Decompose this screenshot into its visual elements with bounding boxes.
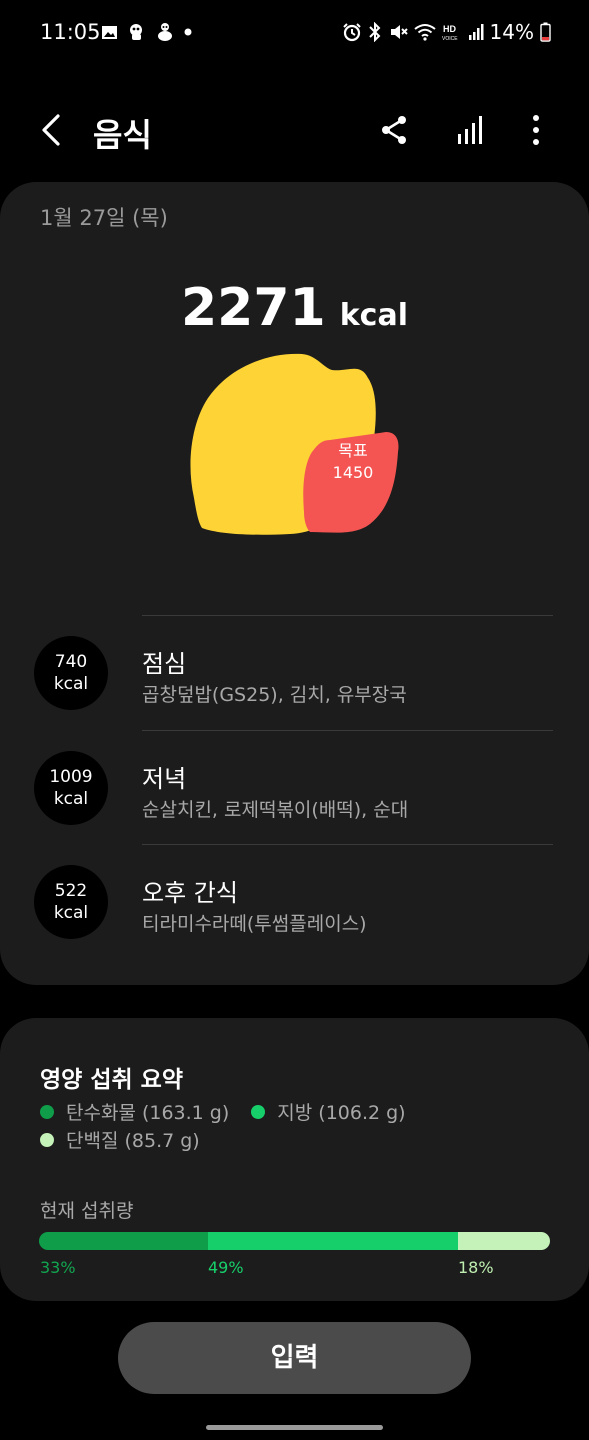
nutrition-summary-card[interactable]: 영양 섭취 요약 탄수화물 (163.1 g) 지방 (106.2 g) 단백질… [0, 1018, 589, 1301]
system-icons: HD VOICE 14% [342, 20, 551, 44]
date-label[interactable]: 1월 27일 (목) [40, 202, 168, 232]
meal-name: 저녁 [142, 765, 187, 793]
protein-dot-icon [40, 1132, 54, 1147]
bluetooth-icon [368, 22, 380, 42]
signal-icon [468, 24, 484, 40]
meal-kcal-badge: 522 kcal [34, 865, 108, 939]
more-options-icon[interactable] [518, 112, 554, 148]
meal-row-lunch[interactable]: 740 kcal 점심 곱창덮밥(GS25), 김치, 유부장국 [0, 616, 589, 730]
fat-segment [207, 1232, 458, 1250]
battery-icon [540, 22, 551, 42]
app-bar: 음식 [0, 100, 589, 162]
meal-items: 곱창덮밥(GS25), 김치, 유부장국 [142, 684, 407, 706]
meal-kcal-unit: kcal [53, 903, 89, 923]
meal-name: 오후 간식 [142, 879, 238, 907]
carbs-segment [39, 1232, 208, 1250]
battery-percent: 14% [489, 20, 534, 44]
share-icon[interactable] [376, 112, 412, 148]
legend-row: 단백질 (85.7 g) [40, 1126, 200, 1153]
nutrient-ratio-bar [39, 1232, 550, 1250]
meal-row-dinner[interactable]: 1009 kcal 저녁 순살치킨, 로제떡볶이(배떡), 순대 [0, 731, 589, 845]
current-intake-label: 현재 섭취량 [40, 1200, 134, 1222]
protein-segment [458, 1232, 550, 1250]
protein-percent: 18% [458, 1258, 494, 1277]
mute-icon [390, 25, 408, 39]
more-notifications-dot-icon [184, 28, 192, 36]
character-notification-icon [158, 23, 172, 41]
svg-text:VOICE: VOICE [442, 36, 458, 42]
app-notification-icon [130, 24, 142, 40]
total-kcal-value: 2271 [181, 278, 326, 338]
alarm-icon [342, 23, 361, 42]
daily-food-card: 1월 27일 (목) 2271 kcal 목표 1450 740 kcal 점심 … [0, 182, 589, 985]
status-bar: 11:05 HD VOICE 14% [0, 0, 589, 64]
total-kcal-unit: kcal [339, 298, 408, 333]
wifi-icon [413, 24, 436, 41]
goal-badge: 목표 1450 [305, 440, 401, 484]
back-button[interactable] [34, 110, 70, 150]
carbs-percent: 33% [40, 1258, 76, 1277]
legend-row: 탄수화물 (163.1 g) 지방 (106.2 g) [40, 1098, 406, 1125]
meal-kcal-unit: kcal [53, 789, 89, 809]
fat-dot-icon [251, 1104, 266, 1119]
hd-voice-icon: HD VOICE [442, 24, 458, 42]
svg-text:HD: HD [443, 24, 456, 34]
legend-protein: 단백질 (85.7 g) [66, 1130, 200, 1152]
carbs-dot-icon [40, 1104, 54, 1119]
notification-icons [101, 22, 193, 42]
goal-label: 목표 [338, 441, 368, 460]
meal-kcal-value: 522 [54, 881, 88, 901]
nutrition-title: 영양 섭취 요약 [40, 1067, 183, 1093]
meal-name: 점심 [142, 650, 187, 678]
meal-row-afternoon-snack[interactable]: 522 kcal 오후 간식 티라미수라떼(투썸플레이스) [0, 845, 589, 959]
fat-percent: 49% [208, 1258, 244, 1277]
total-calories: 2271 kcal [0, 278, 589, 338]
meal-kcal-value: 1009 [49, 767, 93, 787]
meal-items: 티라미수라떼(투썸플레이스) [142, 913, 367, 935]
meal-kcal-badge: 1009 kcal [34, 751, 108, 825]
page-title: 음식 [93, 116, 152, 154]
home-indicator[interactable] [206, 1425, 383, 1430]
input-button[interactable]: 입력 [118, 1322, 471, 1394]
goal-value: 1450 [332, 463, 374, 482]
gallery-notification-icon [102, 25, 117, 39]
meal-kcal-badge: 740 kcal [34, 636, 108, 710]
trends-chart-icon[interactable] [452, 112, 488, 148]
status-time: 11:05 [40, 20, 101, 44]
legend-carbs: 탄수화물 (163.1 g) [66, 1102, 230, 1124]
meal-kcal-value: 740 [54, 652, 88, 672]
legend-fat: 지방 (106.2 g) [277, 1102, 406, 1124]
meal-kcal-unit: kcal [53, 674, 89, 694]
meal-items: 순살치킨, 로제떡볶이(배떡), 순대 [142, 799, 409, 821]
